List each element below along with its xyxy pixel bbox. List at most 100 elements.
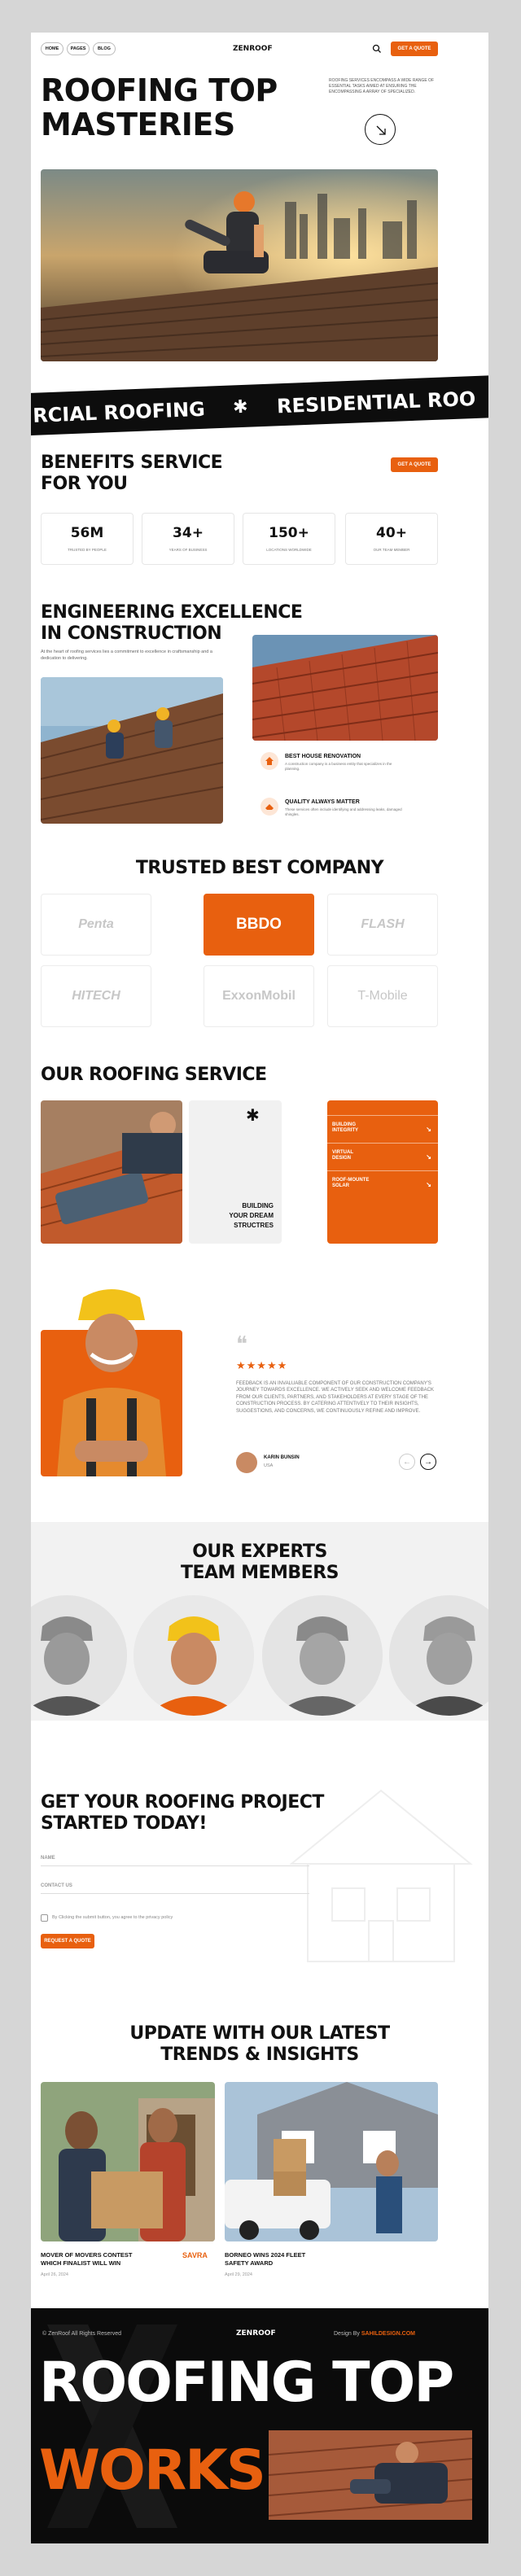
privacy-checkbox-label: By Clicking the submit button, you agree… — [52, 1915, 173, 1920]
nav-quote-button[interactable]: GET A QUOTE — [391, 42, 438, 56]
contact-field[interactable] — [41, 1893, 309, 1894]
service-title: OUR ROOFING SERVICE — [41, 1065, 267, 1085]
marquee-text-left: RCIAL ROOFING — [32, 397, 206, 427]
engineering-description: At the heart of roofing services lies a … — [41, 649, 212, 661]
logo-flash: FLASH — [327, 894, 438, 956]
service-item-label: VIRTUAL — [332, 1150, 353, 1155]
blog-post-tag: SAVRA — [182, 2251, 208, 2259]
stat-label: TRUSTED BY PEOPLE — [68, 548, 107, 552]
hero-image — [41, 169, 438, 361]
house-icon — [260, 752, 278, 770]
blog-post-date: April 29, 2024 — [225, 2272, 252, 2277]
benefits-title-line2: FOR YOU — [41, 474, 128, 494]
stat-card: 34+ YEARS OF BUSINESS — [142, 513, 234, 565]
blog-image[interactable] — [41, 2082, 215, 2241]
worker-portrait — [50, 1286, 173, 1476]
arrow-down-right-icon: ↘ — [426, 1153, 431, 1161]
contact-field-label: CONTACT US — [41, 1883, 72, 1888]
footer-big-title-line2: WORKS — [39, 2438, 266, 2503]
next-arrow-button[interactable]: → — [420, 1454, 436, 1470]
quality-icon — [260, 798, 278, 816]
hero-title-line2: MASTERIES — [41, 107, 235, 142]
stat-card: 40+ OUR TEAM MEMBER — [345, 513, 438, 565]
nav-pages-link[interactable]: PAGES — [67, 42, 90, 55]
footer: © ZenRoof All Rights Reserved ZENROOF De… — [31, 2308, 488, 2543]
logo-exxonmobil: ExxonMobil — [204, 965, 314, 1027]
engineering-title-line2: IN CONSTRUCTION — [41, 623, 222, 644]
blog-post-title-line1[interactable]: BORNEO WINS 2024 FLEET — [225, 2251, 305, 2259]
asterisk-icon: ✱ — [246, 1107, 260, 1125]
blog-title-line2: TRENDS & INSIGHTS — [160, 2045, 359, 2065]
submit-button[interactable]: REQUEST A QUOTE — [41, 1934, 94, 1948]
arrow-down-right-icon — [376, 125, 386, 135]
service-image — [41, 1100, 182, 1244]
footer-copyright: © ZenRoof All Rights Reserved — [42, 2331, 121, 2337]
logo-hitech: HITECH — [41, 965, 151, 1027]
team-title-line2: TEAM MEMBERS — [180, 1563, 339, 1583]
arrow-down-right-icon: ↘ — [426, 1126, 431, 1133]
service-item-virtual-design[interactable]: VIRTUAL DESIGN ↘ — [327, 1143, 438, 1170]
service-card-line3: STRUCTRES — [234, 1222, 274, 1229]
stat-card: 150+ LOCATIONS WORLDWIDE — [243, 513, 335, 565]
name-field[interactable] — [41, 1865, 309, 1866]
name-field-label: NAME — [41, 1856, 55, 1861]
footer-brand[interactable]: ZENROOF — [236, 2329, 276, 2338]
testimonial-text: FEEDBACK IS AN INVALUABLE COMPONENT OF O… — [236, 1381, 434, 1414]
footer-credit-prefix: Design By — [334, 2331, 360, 2337]
contact-title-line1: GET YOUR ROOFING PROJECT — [41, 1792, 324, 1813]
avatar — [236, 1452, 257, 1473]
service-intro-card: ✱ BUILDING YOUR DREAM STRUCTRES — [189, 1100, 282, 1244]
blog-post-title-line2[interactable]: WHICH FINALIST WILL WIN — [41, 2259, 120, 2267]
service-item-label: BUILDING — [332, 1122, 356, 1127]
feature-text: These services often include identifying… — [285, 807, 402, 817]
engineering-title-line1: ENGINEERING EXCELLENCE — [41, 602, 303, 623]
stat-label: OUR TEAM MEMBER — [373, 548, 410, 552]
stat-label: LOCATIONS WORLDWIDE — [266, 548, 312, 552]
hero-arrow-button[interactable] — [365, 114, 396, 145]
service-item-roof-solar[interactable]: ROOF-MOUNTE SOLAR ↘ — [327, 1170, 438, 1198]
service-item-building-integrity[interactable]: BUILDING INTEGRITY ↘ — [327, 1115, 438, 1143]
quote-icon: ❝ — [236, 1332, 247, 1356]
benefits-quote-button[interactable]: GET A QUOTE — [391, 457, 438, 472]
testimonial-location: USA — [264, 1463, 274, 1468]
roof-tiles-image — [252, 635, 438, 741]
search-icon[interactable] — [371, 43, 383, 55]
blog-post-date: April 26, 2024 — [41, 2272, 68, 2277]
stat-label: YEARS OF BUSINESS — [169, 548, 208, 552]
hero-title-line1: ROOFING TOP — [41, 72, 278, 108]
nav-blog-link[interactable]: BLOG — [93, 42, 116, 55]
services-marquee: RCIAL ROOFING ✱ RESIDENTIAL ROO — [31, 374, 488, 436]
stat-value: 34+ — [173, 525, 204, 541]
trusted-title: TRUSTED BEST COMPANY — [135, 858, 384, 878]
prev-arrow-button[interactable]: ← — [399, 1454, 415, 1470]
blog-post-title-line1[interactable]: MOVER OF MOVERS CONTEST — [41, 2251, 133, 2259]
team-member-photo[interactable] — [262, 1595, 383, 1716]
footer-credit-link[interactable]: SAHILDESIGN.COM — [361, 2331, 415, 2337]
arrow-down-right-icon: ↘ — [426, 1181, 431, 1188]
team-title-line1: OUR EXPERTS — [192, 1542, 327, 1562]
logo-tmobile: T-Mobile — [327, 965, 438, 1027]
logo-penta: Penta — [41, 894, 151, 956]
service-item-label: ROOF-MOUNTE — [332, 1178, 370, 1183]
privacy-checkbox[interactable] — [41, 1914, 48, 1922]
asterisk-icon: ✱ — [232, 396, 248, 418]
footer-watermark — [39, 2316, 186, 2536]
service-card-line1: BUILDING — [242, 1202, 274, 1209]
blog-image[interactable] — [225, 2082, 438, 2241]
stat-value: 150+ — [269, 525, 309, 541]
footer-big-title-line1: ROOFING TOP — [39, 2351, 454, 2415]
footer-image — [269, 2430, 472, 2520]
service-card-line2: YOUR DREAM — [229, 1212, 274, 1219]
stat-value: 56M — [70, 525, 104, 541]
stat-value: 40+ — [376, 525, 407, 541]
service-list: BUILDING INTEGRITY ↘ VIRTUAL DESIGN ↘ ROOF-M… — [327, 1100, 438, 1244]
roofers-image — [41, 677, 223, 824]
nav-brand[interactable]: ZENROOF — [233, 45, 273, 53]
service-item-label: DESIGN — [332, 1156, 352, 1161]
logo-bbdo: BBDO — [204, 894, 314, 956]
stat-card: 56M TRUSTED BY PEOPLE — [41, 513, 134, 565]
team-member-photo[interactable] — [134, 1595, 254, 1716]
nav-home-link[interactable]: HOME — [41, 42, 63, 55]
blog-post-title-line2[interactable]: SAFETY AWARD — [225, 2259, 273, 2267]
blog-title-line1: UPDATE WITH OUR LATEST — [129, 2023, 390, 2044]
